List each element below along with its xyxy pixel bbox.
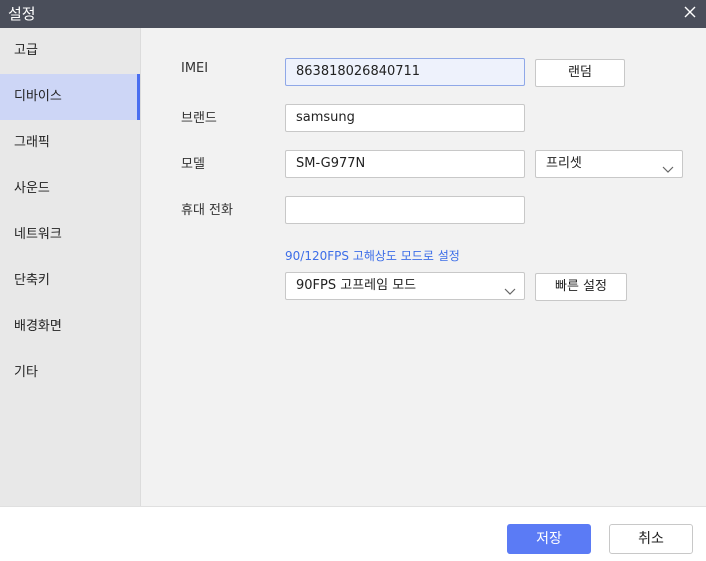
fps-mode-select-value: 90FPS 고프레임 모드 [296,278,417,293]
phone-label: 휴대 전화 [181,203,233,218]
fps-mode-select[interactable]: 90FPS 고프레임 모드 [285,272,525,300]
quick-setup-button[interactable]: 빠른 설정 [535,273,627,301]
sidebar-item-wallpaper[interactable]: 배경화면 [0,304,140,350]
preset-select[interactable]: 프리셋 [535,150,683,178]
model-field[interactable]: SM-G977N [285,150,525,178]
sidebar-item-shortcuts[interactable]: 단축키 [0,258,140,304]
device-settings-panel: IMEI 863818026840711 랜덤 브랜드 samsung 모델 S… [141,28,706,506]
window-title: 설정 [8,5,36,23]
phone-field[interactable] [285,196,525,224]
model-label: 모델 [181,157,205,172]
random-imei-button[interactable]: 랜덤 [535,59,625,87]
sidebar-item-advanced[interactable]: 고급 [0,28,140,74]
sidebar-item-network[interactable]: 네트워크 [0,212,140,258]
sidebar-item-graphics[interactable]: 그래픽 [0,120,140,166]
brand-field[interactable]: samsung [285,104,525,132]
close-icon[interactable] [680,2,700,22]
imei-label: IMEI [181,61,209,76]
dialog-footer: 저장 취소 [0,506,706,561]
chevron-down-icon [662,159,674,173]
title-bar: 설정 [0,0,706,28]
brand-label: 브랜드 [181,111,217,126]
high-fps-mode-link[interactable]: 90/120FPS 고해상도 모드로 설정 [285,247,460,264]
settings-sidebar: 고급 디바이스 그래픽 사운드 네트워크 단축키 배경화면 기타 [0,28,141,506]
sidebar-item-sound[interactable]: 사운드 [0,166,140,212]
preset-select-value: 프리셋 [546,156,582,171]
imei-field[interactable]: 863818026840711 [285,58,525,86]
save-button[interactable]: 저장 [507,524,591,554]
sidebar-item-device[interactable]: 디바이스 [0,74,140,120]
sidebar-item-other[interactable]: 기타 [0,350,140,396]
cancel-button[interactable]: 취소 [609,524,693,554]
chevron-down-icon [504,281,516,295]
